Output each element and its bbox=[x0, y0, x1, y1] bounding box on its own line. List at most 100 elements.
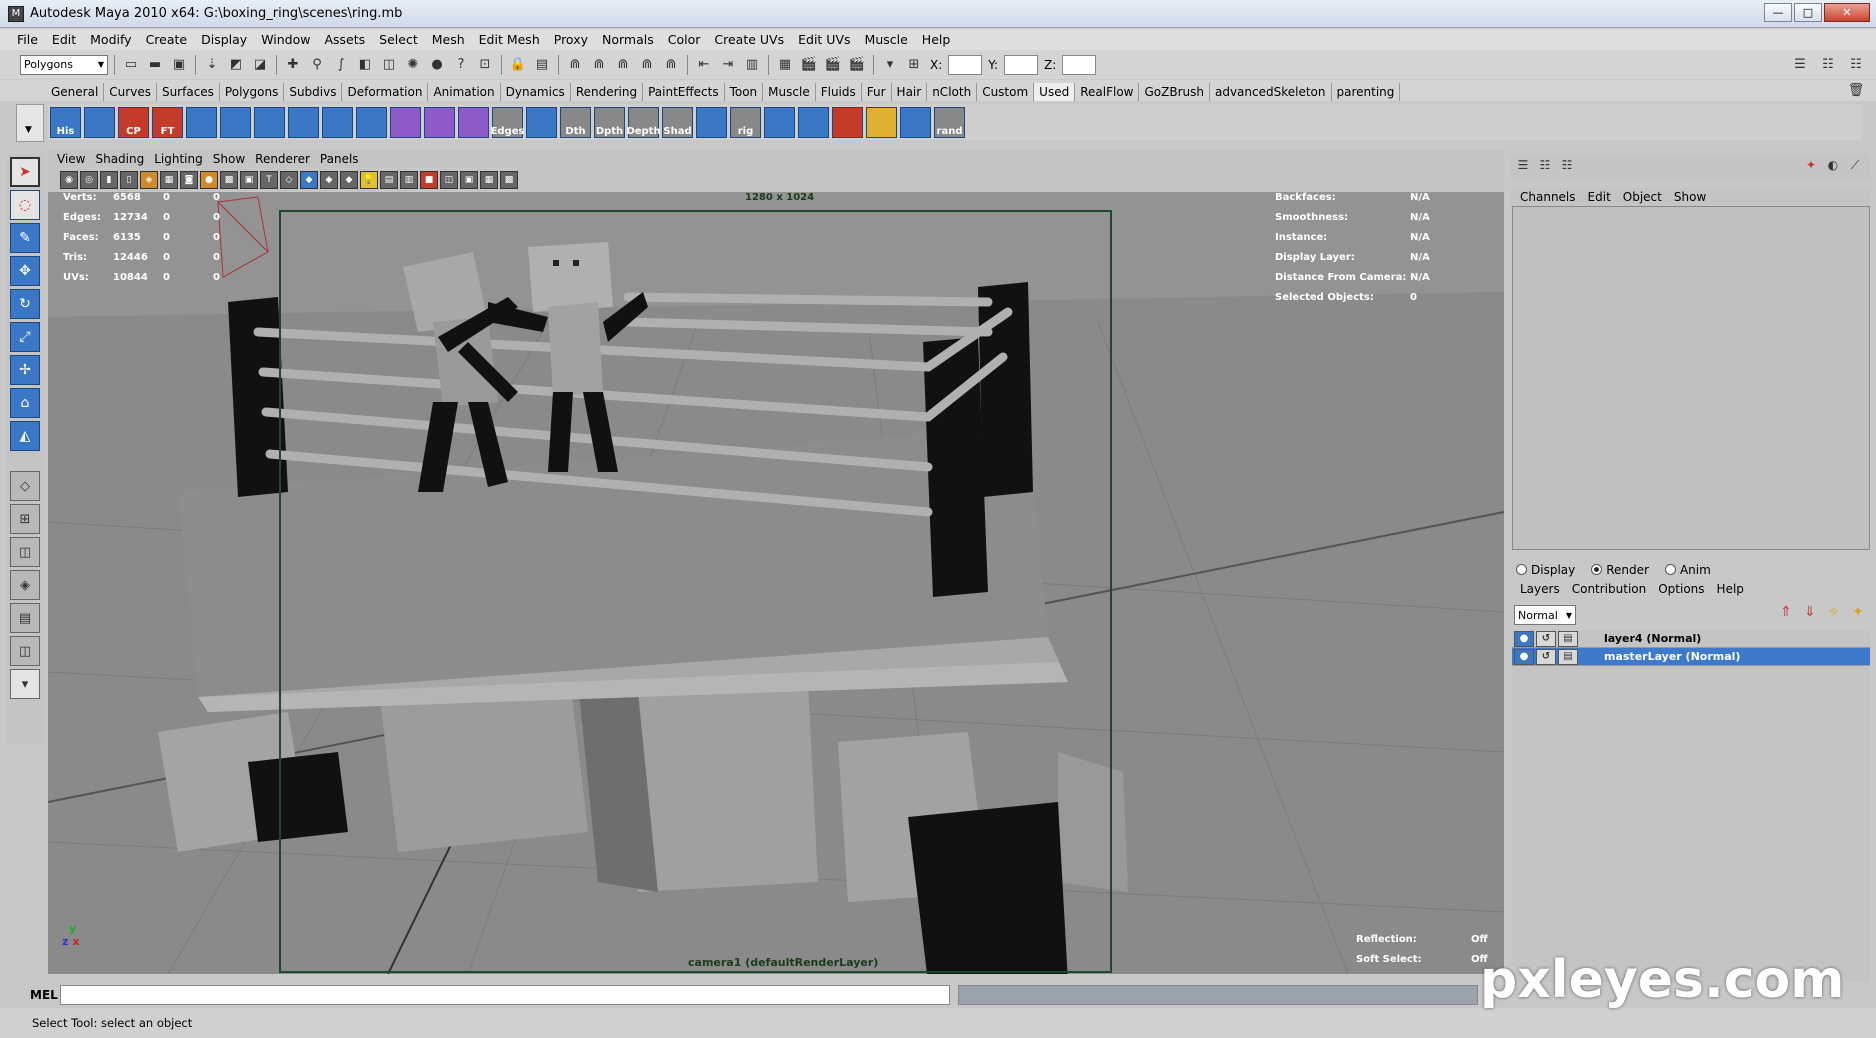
more-layouts-chevron-icon[interactable]: ▾ bbox=[10, 669, 40, 699]
resolution-gate-icon[interactable]: ● bbox=[200, 171, 218, 189]
frame-selection-icon[interactable]: ▦ bbox=[480, 171, 498, 189]
menu-proxy[interactable]: Proxy bbox=[547, 32, 595, 47]
toggle-channel-box-icon[interactable]: ☷ bbox=[1846, 55, 1866, 75]
shelf-button-subdiv[interactable] bbox=[458, 106, 489, 138]
toggle-attribute-editor-icon[interactable]: ☰ bbox=[1790, 55, 1810, 75]
mask-rendering-icon[interactable]: ● bbox=[427, 55, 447, 75]
mask-joints-icon[interactable]: ⚲ bbox=[307, 55, 327, 75]
shelf-button-mel-dth[interactable]: Dth bbox=[560, 106, 591, 138]
x-input[interactable] bbox=[948, 54, 983, 75]
toggle-tool-settings-icon[interactable]: ☷ bbox=[1818, 55, 1838, 75]
shelf-tab-advancedskeleton[interactable]: advancedSkeleton bbox=[1210, 83, 1332, 101]
select-tool-icon[interactable]: ➤ bbox=[10, 157, 40, 187]
show-manipulator-icon[interactable]: ◭ bbox=[10, 421, 40, 451]
move-layer-up-icon[interactable]: ⇑ bbox=[1774, 604, 1798, 626]
gate-mask-icon[interactable]: ▩ bbox=[220, 171, 238, 189]
snap-to-point-icon[interactable]: ⋒ bbox=[613, 55, 633, 75]
layer-menu-help[interactable]: Help bbox=[1711, 582, 1750, 596]
universal-manipulator-icon[interactable]: ✢ bbox=[10, 355, 40, 385]
render-settings-icon[interactable]: ▤ bbox=[1558, 648, 1578, 665]
use-default-light-icon[interactable]: 💡 bbox=[360, 171, 378, 189]
close-button[interactable]: ✕ bbox=[1824, 3, 1870, 22]
radio-render[interactable]: Render bbox=[1591, 563, 1649, 577]
lasso-tool-icon[interactable]: ◌ bbox=[10, 190, 40, 220]
isolate-select-icon[interactable]: ◫ bbox=[440, 171, 458, 189]
xray-icon[interactable]: ■ bbox=[420, 171, 438, 189]
menu-display[interactable]: Display bbox=[194, 32, 254, 47]
playblast-icon[interactable]: ▩ bbox=[500, 171, 518, 189]
pin-icon[interactable]: ⟋ bbox=[1846, 158, 1864, 176]
scale-tool-icon[interactable]: ⤢ bbox=[10, 322, 40, 352]
menu-muscle[interactable]: Muscle bbox=[858, 32, 915, 47]
shelf-tab-gozbrush[interactable]: GoZBrush bbox=[1139, 83, 1210, 101]
paint-select-tool-icon[interactable]: ✎ bbox=[10, 223, 40, 253]
shelf-tab-custom[interactable]: Custom bbox=[977, 83, 1035, 101]
menu-create-uvs[interactable]: Create UVs bbox=[707, 32, 791, 47]
shelf-button-mel-shad[interactable]: Shad bbox=[662, 106, 693, 138]
shelf-button-mel-edges[interactable]: Edges bbox=[491, 106, 524, 138]
render-view-icon[interactable]: ▦ bbox=[775, 55, 795, 75]
flat-shade-icon[interactable]: ◆ bbox=[320, 171, 338, 189]
shelf-tab-subdivs[interactable]: Subdivs bbox=[284, 83, 343, 101]
mask-handles-icon[interactable]: ✚ bbox=[283, 55, 303, 75]
ipr-render-icon[interactable]: 🎬 bbox=[823, 55, 843, 75]
panel-menu-renderer[interactable]: Renderer bbox=[250, 152, 315, 166]
mask-misc-icon[interactable]: ? bbox=[451, 55, 471, 75]
snap-to-curve-icon[interactable]: ⋒ bbox=[589, 55, 609, 75]
move-tool-icon[interactable]: ✥ bbox=[10, 256, 40, 286]
persp-graph-layout-icon[interactable]: ◈ bbox=[10, 570, 40, 600]
hypershade-persp-layout-icon[interactable]: ▤ bbox=[10, 603, 40, 633]
input-ops-icon[interactable]: ⇤ bbox=[694, 55, 714, 75]
layer-editor-icon[interactable]: ☷ bbox=[1558, 158, 1576, 176]
shelf-button-bevel[interactable] bbox=[356, 106, 387, 138]
open-scene-icon[interactable]: ▬ bbox=[145, 55, 165, 75]
shelf-tab-toon[interactable]: Toon bbox=[725, 83, 764, 101]
smooth-shade-icon[interactable]: ◆ bbox=[300, 171, 318, 189]
minimize-button[interactable]: — bbox=[1764, 3, 1792, 22]
shelf-tab-general[interactable]: General bbox=[46, 83, 105, 101]
shelf-button-plane[interactable] bbox=[764, 106, 795, 138]
command-language-label[interactable]: MEL bbox=[0, 988, 60, 1002]
menu-assets[interactable]: Assets bbox=[317, 32, 372, 47]
camera-attributes-icon[interactable]: ◎ bbox=[80, 171, 98, 189]
input-field-mode-icon[interactable]: ▾ bbox=[880, 55, 900, 75]
shelf-button-smooth-proxy[interactable] bbox=[424, 106, 455, 138]
shelf-tab-fluids[interactable]: Fluids bbox=[816, 83, 862, 101]
menu-file[interactable]: File bbox=[10, 32, 45, 47]
blend-mode-dropdown[interactable]: Normal ▼ bbox=[1514, 605, 1576, 625]
create-empty-layer-icon[interactable]: ✧ bbox=[1822, 604, 1846, 626]
wireframe-icon[interactable]: ◇ bbox=[280, 171, 298, 189]
channel-menu-object[interactable]: Object bbox=[1617, 190, 1668, 204]
four-view-layout-icon[interactable]: ⊞ bbox=[10, 504, 40, 534]
key-icon[interactable]: ✦ bbox=[1802, 158, 1820, 176]
rotate-tool-icon[interactable]: ↻ bbox=[10, 289, 40, 319]
panel-menu-lighting[interactable]: Lighting bbox=[149, 152, 208, 166]
new-scene-icon[interactable]: ▭ bbox=[121, 55, 141, 75]
shadows-icon[interactable]: ▥ bbox=[400, 171, 418, 189]
snap-to-view-plane-icon[interactable]: ⋒ bbox=[637, 55, 657, 75]
field-chart-icon[interactable]: ▣ bbox=[240, 171, 258, 189]
render-settings-icon[interactable]: ▤ bbox=[1558, 630, 1578, 647]
frame-all-icon[interactable]: ▣ bbox=[460, 171, 478, 189]
lock-icon[interactable]: 🔒 bbox=[508, 55, 528, 75]
panel-menu-show[interactable]: Show bbox=[208, 152, 250, 166]
menu-set-dropdown[interactable]: Polygons ▼ bbox=[20, 54, 108, 75]
radio-display[interactable]: Display bbox=[1516, 563, 1575, 577]
layer-menu-options[interactable]: Options bbox=[1652, 582, 1710, 596]
persp-outliner-layout-icon[interactable]: ◫ bbox=[10, 537, 40, 567]
shelf-button-merge[interactable] bbox=[288, 106, 319, 138]
shelf-button-cp[interactable]: CP bbox=[118, 106, 149, 138]
shelf-tab-deformation[interactable]: Deformation bbox=[342, 83, 429, 101]
shelf-button-extrude[interactable] bbox=[186, 106, 217, 138]
sync-icon[interactable]: ◐ bbox=[1824, 158, 1842, 176]
shelf-tab-hair[interactable]: Hair bbox=[892, 83, 928, 101]
snap-to-grid-icon[interactable]: ⋒ bbox=[565, 55, 585, 75]
create-layer-from-selected-icon[interactable]: ✦ bbox=[1846, 604, 1870, 626]
shelf-tab-muscle[interactable]: Muscle bbox=[763, 83, 816, 101]
shelf-button-his[interactable]: His bbox=[50, 106, 81, 138]
single-perspective-layout-icon[interactable]: ◇ bbox=[10, 471, 40, 501]
channel-menu-edit[interactable]: Edit bbox=[1582, 190, 1617, 204]
image-plane-icon[interactable]: ▯ bbox=[120, 171, 138, 189]
select-camera-icon[interactable]: ◉ bbox=[60, 171, 78, 189]
shelf-tab-realflow[interactable]: RealFlow bbox=[1075, 83, 1140, 101]
